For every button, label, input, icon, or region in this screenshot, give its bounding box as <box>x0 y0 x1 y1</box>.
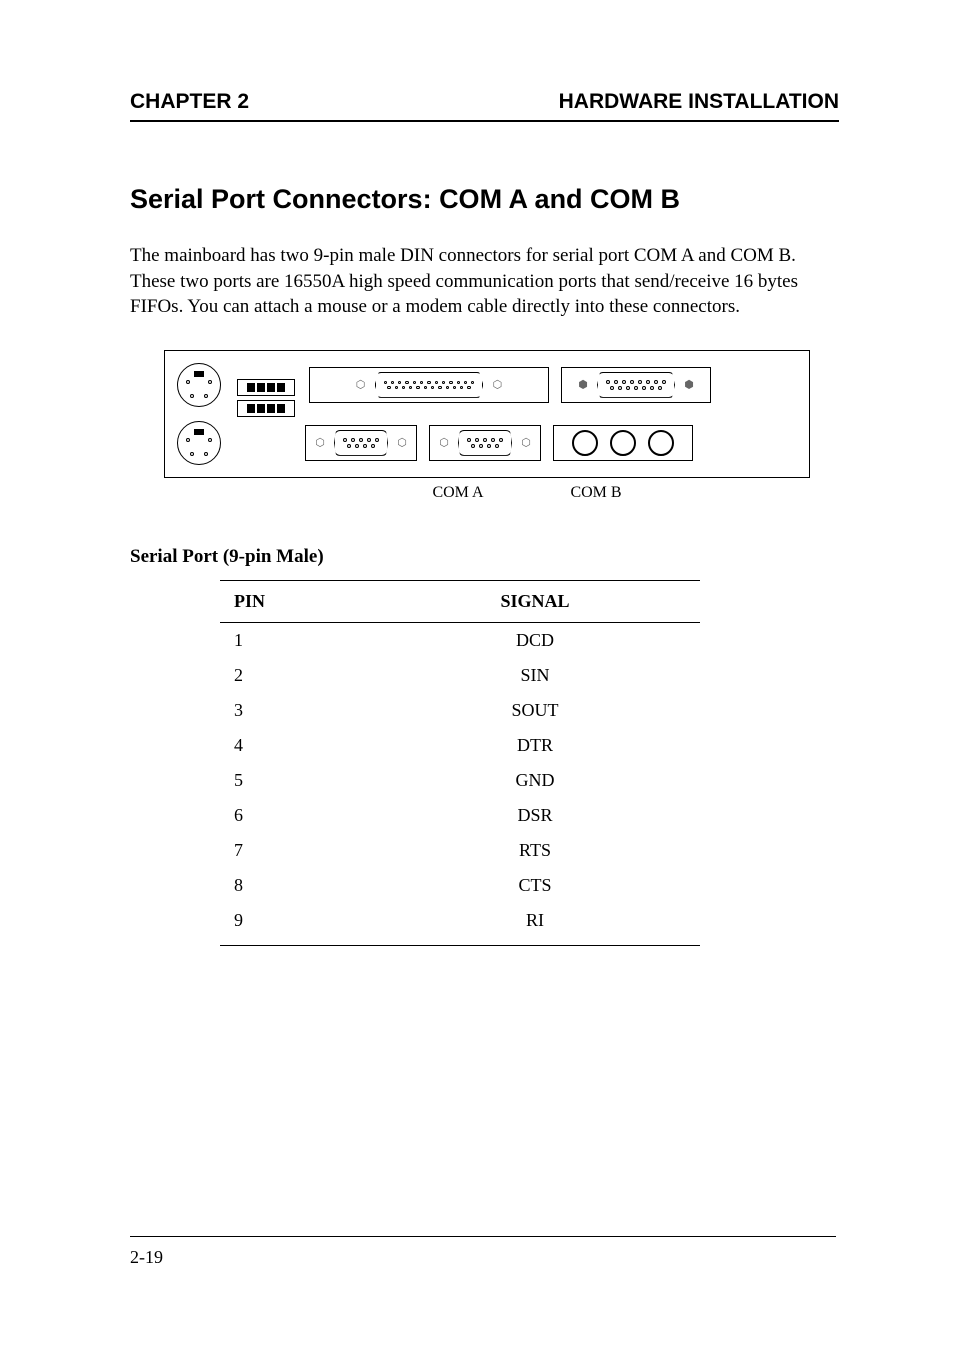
label-com-b: COM B <box>532 484 660 502</box>
audio-jack-icon <box>610 430 636 456</box>
table-row: 2SIN <box>220 658 700 693</box>
table-row: 3SOUT <box>220 693 700 728</box>
usb-port-icon <box>237 400 295 417</box>
hex-screw-icon: ⬡ <box>314 437 326 449</box>
figure-labels: COM A COM B <box>164 484 810 502</box>
table-row: 7RTS <box>220 833 700 868</box>
serial-port-com-a-icon: ⬡ ⬡ <box>305 425 417 461</box>
table-row: 4DTR <box>220 728 700 763</box>
intro-paragraph: The mainboard has two 9-pin male DIN con… <box>130 243 839 320</box>
header-divider <box>130 120 839 122</box>
audio-jack-icon <box>572 430 598 456</box>
cell-signal: DCD <box>370 622 700 658</box>
label-com-a: COM A <box>386 484 530 502</box>
hex-screw-icon: ⬡ <box>355 379 367 391</box>
audio-jacks-icon <box>553 425 693 461</box>
hex-screw-icon: ⬡ <box>491 379 503 391</box>
serial-port-com-b-icon: ⬡ ⬡ <box>429 425 541 461</box>
section-heading: Serial Port Connectors: COM A and COM B <box>130 184 839 215</box>
hex-screw-icon: ⬡ <box>396 437 408 449</box>
chapter-label: CHAPTER 2 <box>130 90 249 114</box>
page-number: 2-19 <box>130 1247 836 1268</box>
hex-screw-icon: ⬢ <box>577 379 589 391</box>
pins-heading: Serial Port (9-pin Male) <box>130 546 839 568</box>
table-header-pin: PIN <box>220 580 370 622</box>
cell-signal: DSR <box>370 798 700 833</box>
hex-screw-icon: ⬡ <box>520 437 532 449</box>
io-panel: ⬡ ⬡ ⬢ ⬢ ⬡ <box>164 350 810 478</box>
usb-port-icon <box>237 379 295 396</box>
cell-pin: 8 <box>220 868 370 903</box>
pin-definition-table: PIN SIGNAL 1DCD 2SIN 3SOUT 4DTR 5GND 6DS… <box>220 580 700 946</box>
io-panel-figure: ⬡ ⬡ ⬢ ⬢ ⬡ <box>164 350 839 478</box>
io-panel-row-bottom: ⬡ ⬡ ⬡ ⬡ <box>177 419 797 467</box>
cell-pin: 1 <box>220 622 370 658</box>
io-panel-row-top: ⬡ ⬡ ⬢ ⬢ <box>177 361 797 409</box>
cell-pin: 6 <box>220 798 370 833</box>
hex-screw-icon: ⬢ <box>683 379 695 391</box>
cell-signal: SOUT <box>370 693 700 728</box>
cell-signal: RTS <box>370 833 700 868</box>
table-row: 6DSR <box>220 798 700 833</box>
cell-signal: CTS <box>370 868 700 903</box>
table-header-signal: SIGNAL <box>370 580 700 622</box>
table-row: 9RI <box>220 903 700 946</box>
ps2-port-icon <box>177 421 221 465</box>
hex-screw-icon: ⬡ <box>438 437 450 449</box>
ps2-port-icon <box>177 363 221 407</box>
game-port-icon: ⬢ ⬢ <box>561 367 711 403</box>
cell-pin: 7 <box>220 833 370 868</box>
cell-signal: SIN <box>370 658 700 693</box>
audio-jack-icon <box>648 430 674 456</box>
cell-signal: RI <box>370 903 700 946</box>
table-row: 5GND <box>220 763 700 798</box>
cell-pin: 4 <box>220 728 370 763</box>
cell-pin: 9 <box>220 903 370 946</box>
cell-pin: 2 <box>220 658 370 693</box>
usb-stack-icon <box>237 379 297 417</box>
table-row: 8CTS <box>220 868 700 903</box>
cell-pin: 3 <box>220 693 370 728</box>
parallel-port-icon: ⬡ ⬡ <box>309 367 549 403</box>
footer-divider <box>130 1236 836 1237</box>
cell-signal: DTR <box>370 728 700 763</box>
page-footer: 2-19 <box>130 1236 836 1268</box>
table-row: 1DCD <box>220 622 700 658</box>
cell-signal: GND <box>370 763 700 798</box>
page-title: HARDWARE INSTALLATION <box>559 90 839 114</box>
cell-pin: 5 <box>220 763 370 798</box>
